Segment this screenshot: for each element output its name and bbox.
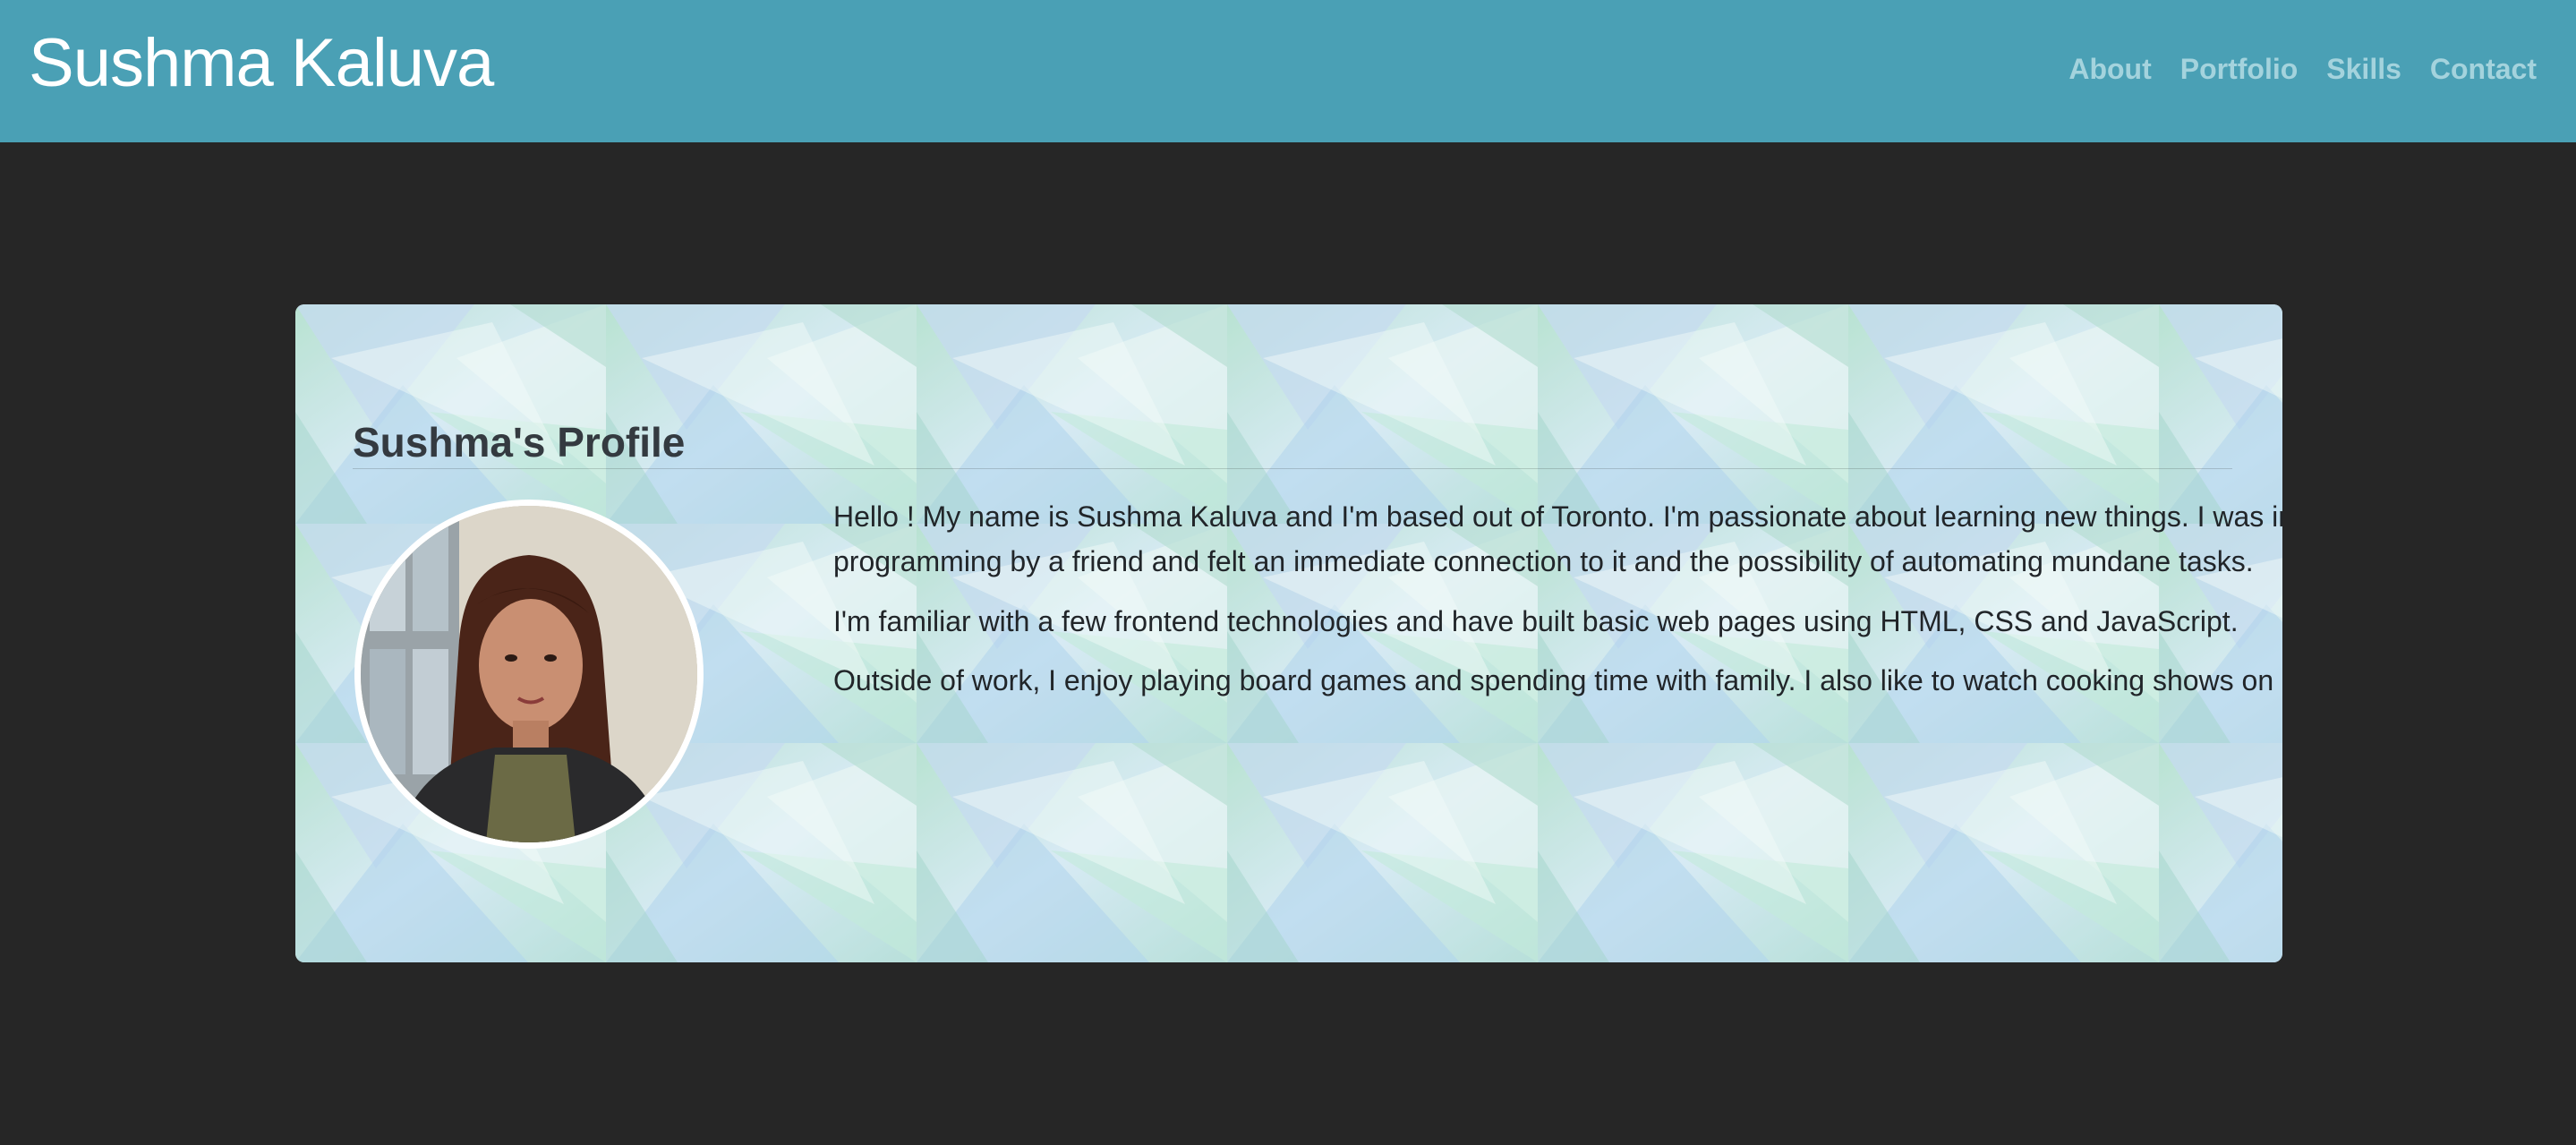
top-navbar: Sushma Kaluva About Portfolio Skills Con…: [0, 0, 2576, 142]
site-brand[interactable]: Sushma Kaluva: [29, 23, 494, 104]
profile-photo: [361, 506, 697, 842]
profile-bio: Hello ! My name is Sushma Kaluva and I'm…: [833, 494, 2282, 718]
profile-title: Sushma's Profile: [353, 419, 686, 466]
profile-avatar: [354, 500, 704, 849]
bio-paragraph-skills: I'm familiar with a few frontend technol…: [833, 605, 2239, 637]
nav-link-portfolio[interactable]: Portfolio: [2180, 48, 2299, 90]
bio-paragraph-hobbies: Outside of work, I enjoy playing board g…: [833, 664, 2282, 696]
nav-link-contact[interactable]: Contact: [2430, 48, 2537, 90]
title-divider: [353, 468, 2232, 469]
main-nav: About Portfolio Skills Contact: [2068, 48, 2537, 90]
profile-card: Sushma's Profile Hello ! My name is Sush…: [295, 304, 2282, 962]
nav-link-about[interactable]: About: [2068, 48, 2151, 90]
nav-link-skills[interactable]: Skills: [2326, 48, 2401, 90]
bio-paragraph-intro: Hello ! My name is Sushma Kaluva and I'm…: [833, 500, 2282, 577]
